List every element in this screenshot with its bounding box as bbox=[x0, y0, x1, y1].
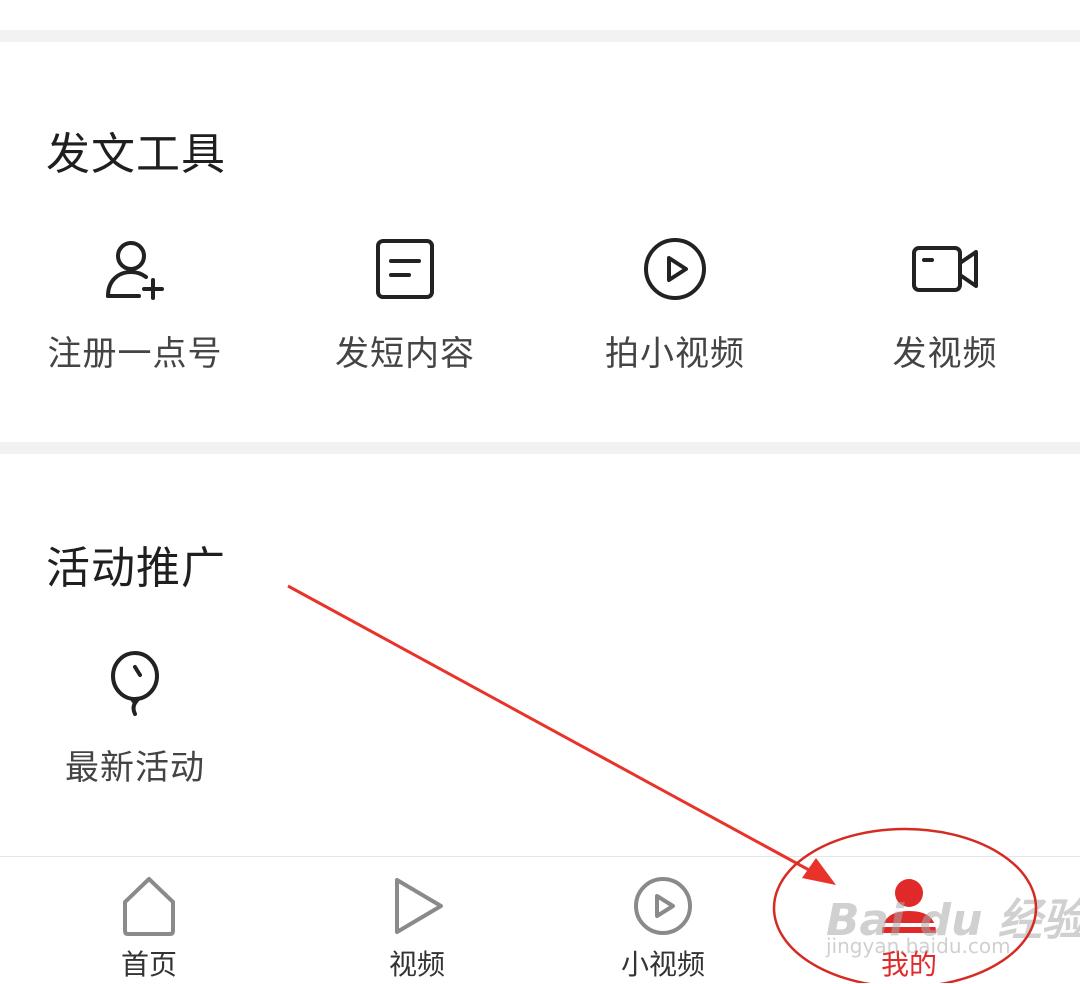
tool-shoot-short-video[interactable]: 拍小视频 bbox=[540, 236, 810, 375]
home-icon bbox=[14, 875, 284, 941]
tool-register-account[interactable]: 注册一点号 bbox=[0, 236, 270, 375]
tool-label: 发视频 bbox=[892, 334, 998, 374]
tool-label: 拍小视频 bbox=[605, 334, 745, 374]
nav-label: 小视频 bbox=[620, 948, 705, 981]
tool-label: 注册一点号 bbox=[47, 334, 223, 374]
play-triangle-icon bbox=[282, 875, 552, 941]
profile-icon bbox=[774, 875, 1044, 941]
section-divider-top bbox=[0, 30, 1080, 42]
nav-label: 首页 bbox=[120, 948, 177, 981]
bottom-navigation: 首页 视频 小视频 我的 bbox=[0, 856, 1080, 984]
promo-section-title: 活动推广 bbox=[46, 543, 226, 594]
play-circle-icon bbox=[540, 236, 810, 306]
tools-section-title: 发文工具 bbox=[46, 129, 226, 180]
play-circle-icon bbox=[528, 875, 798, 941]
user-add-icon bbox=[0, 236, 270, 306]
promo-label: 最新活动 bbox=[65, 748, 205, 788]
nav-short-video[interactable]: 小视频 bbox=[528, 875, 798, 983]
nav-profile[interactable]: 我的 bbox=[774, 875, 1044, 983]
video-camera-icon bbox=[810, 236, 1080, 306]
tool-short-content[interactable]: 发短内容 bbox=[270, 236, 540, 375]
nav-home[interactable]: 首页 bbox=[14, 875, 284, 983]
section-divider bbox=[0, 442, 1080, 454]
tool-post-video[interactable]: 发视频 bbox=[810, 236, 1080, 375]
nav-label: 我的 bbox=[880, 948, 937, 981]
annotation-arrow bbox=[287, 584, 821, 878]
document-icon bbox=[270, 236, 540, 306]
balloon-icon bbox=[0, 650, 270, 720]
promo-latest-activity[interactable]: 最新活动 bbox=[0, 650, 270, 789]
nav-video[interactable]: 视频 bbox=[282, 875, 552, 983]
nav-label: 视频 bbox=[388, 948, 445, 981]
tool-label: 发短内容 bbox=[335, 334, 475, 374]
